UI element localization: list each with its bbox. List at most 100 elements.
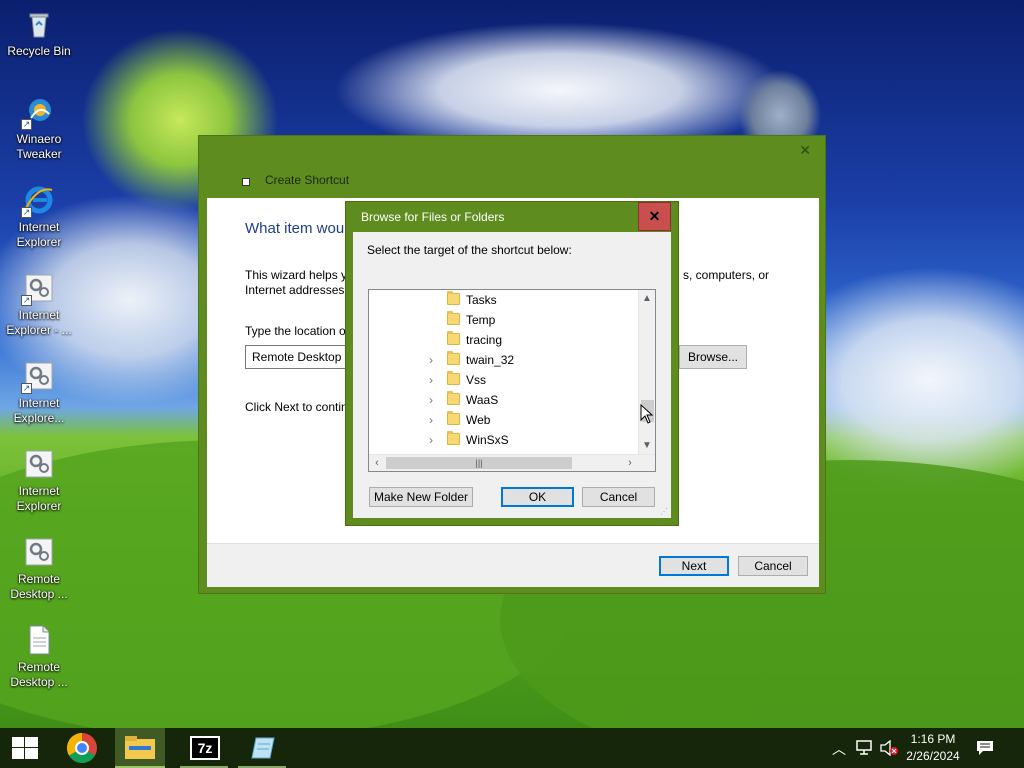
vertical-scrollbar[interactable]: ▲ ▼ (638, 290, 655, 455)
horizontal-scrollbar[interactable]: ‹ ||| › (369, 454, 655, 471)
scroll-up-arrow-icon[interactable]: ▲ (639, 290, 655, 307)
folder-icon (447, 311, 460, 325)
start-button[interactable] (0, 728, 48, 768)
desktop-icon-label: Remote Desktop ... (10, 572, 68, 601)
wizard-title: Create Shortcut (265, 173, 350, 187)
browse-cancel-button[interactable]: Cancel (582, 487, 655, 507)
desktop-icon-remote-desktop-file[interactable]: Remote Desktop ... (4, 624, 74, 690)
settings-shortcut-icon: ↗ (21, 360, 55, 394)
folder-icon (447, 431, 460, 445)
tree-item-label: Tasks (466, 293, 497, 307)
7zip-icon: 7z (190, 736, 220, 760)
desktop-icon-internet-explorer[interactable]: ↗ Internet Explorer (4, 184, 74, 250)
ok-button[interactable]: OK (501, 487, 574, 507)
make-new-folder-button[interactable]: Make New Folder (369, 487, 473, 507)
wizard-description-line1-end: s, computers, or (683, 268, 770, 282)
recycle-bin-icon (23, 8, 55, 40)
taskbar: 7z ︿ 1:16 PM 2/26/2024 (0, 728, 1024, 768)
shortcut-arrow-icon: ↗ (21, 295, 32, 306)
tree-item-label: Vss (466, 373, 487, 387)
tree-item[interactable]: › Web (369, 410, 639, 430)
mouse-cursor-icon (640, 404, 654, 424)
browse-close-button[interactable]: ✕ (638, 202, 671, 231)
desktop-icon-label: Recycle Bin (7, 44, 71, 58)
desktop-icon-label: Internet Explore... (13, 396, 65, 425)
browse-dialog-title: Browse for Files or Folders (361, 210, 505, 224)
desktop-icon-label: Internet Explorer - ... (6, 308, 72, 337)
desktop-icon-winaero-tweaker[interactable]: ↗ Winaero Tweaker (4, 96, 74, 162)
folder-icon (447, 291, 460, 305)
desktop-icon-label: Internet Explorer (16, 484, 62, 513)
tree-item[interactable]: › twain_32 (369, 350, 639, 370)
show-hidden-icons-chevron-icon[interactable]: ︿ (832, 739, 846, 759)
chrome-icon (66, 733, 97, 764)
taskbar-chrome[interactable] (58, 728, 106, 768)
folder-icon (447, 371, 460, 385)
tree-item[interactable]: Temp (369, 310, 639, 330)
tree-item[interactable]: › WaaS (369, 390, 639, 410)
desktop-icon-internet-explorer-shortcut[interactable]: ↗ Internet Explorer - ... (4, 272, 74, 338)
network-icon[interactable] (856, 740, 874, 756)
document-icon (23, 624, 55, 656)
tree-item-label: Temp (466, 313, 496, 327)
tree-item-label: tracing (466, 333, 503, 347)
settings-icon (23, 536, 55, 568)
folder-icon (447, 411, 460, 425)
desktop-icon-internet-explorer-shortcut-2[interactable]: ↗ Internet Explore... (4, 360, 74, 426)
horizontal-scroll-thumb[interactable]: ||| (386, 457, 572, 469)
internet-explorer-icon: ↗ (21, 184, 55, 218)
winaero-tweaker-icon: ↗ (21, 96, 55, 130)
wizard-cancel-button[interactable]: Cancel (738, 556, 808, 576)
scroll-down-arrow-icon[interactable]: ▼ (639, 437, 655, 454)
shortcut-arrow-icon: ↗ (21, 383, 32, 394)
chevron-right-icon[interactable]: › (429, 373, 433, 387)
chevron-right-icon[interactable]: › (429, 433, 433, 447)
browse-instruction: Select the target of the shortcut below: (367, 243, 572, 257)
browse-button[interactable]: Browse... (679, 345, 747, 369)
tree-item[interactable]: tracing (369, 330, 639, 350)
shortcut-icon (242, 178, 250, 186)
folder-icon (447, 351, 460, 365)
wizard-description-line2: Internet addresses. (245, 283, 348, 297)
clock-time[interactable]: 1:16 PM (900, 732, 966, 746)
volume-muted-icon[interactable] (880, 740, 898, 756)
tree-item-label: WinSxS (466, 433, 509, 447)
chevron-right-icon[interactable]: › (429, 413, 433, 427)
taskbar-7zip[interactable]: 7z (180, 728, 228, 768)
tree-item[interactable]: Tasks (369, 290, 639, 310)
file-explorer-icon (125, 736, 155, 759)
wizard-description-line1: This wizard helps yo (245, 268, 354, 282)
chevron-right-icon[interactable]: › (429, 353, 433, 367)
shortcut-arrow-icon: ↗ (21, 119, 32, 130)
desktop-icon-remote-desktop[interactable]: Remote Desktop ... (4, 536, 74, 602)
next-button[interactable]: Next (659, 556, 729, 576)
scroll-right-arrow-icon[interactable]: › (622, 455, 638, 471)
windows-start-icon (12, 737, 38, 759)
scroll-left-arrow-icon[interactable]: ‹ (369, 455, 385, 471)
shortcut-arrow-icon: ↗ (21, 207, 32, 218)
chevron-right-icon[interactable]: › (429, 393, 433, 407)
folder-tree[interactable]: Tasks Temp tracing › twain_32 › Vss › Wa… (368, 289, 656, 472)
tree-item-label: WaaS (466, 393, 499, 407)
tree-item-label: Web (466, 413, 491, 427)
desktop-icon-label: Internet Explorer (16, 220, 62, 249)
resize-grip-icon[interactable]: ⋰ (660, 507, 668, 516)
settings-icon (23, 448, 55, 480)
tree-item[interactable]: › Vss (369, 370, 639, 390)
folder-icon (447, 331, 460, 345)
desktop-icon-recycle-bin[interactable]: Recycle Bin (4, 8, 74, 59)
wizard-footer: Next Cancel (207, 543, 819, 587)
action-center-icon[interactable] (976, 740, 994, 756)
wizard-close-button[interactable]: ✕ (799, 142, 811, 159)
browse-dialog: Browse for Files or Folders ✕ Select the… (345, 201, 679, 526)
desktop-icon-label: Remote Desktop ... (10, 660, 68, 689)
tree-item[interactable]: › WinSxS (369, 430, 639, 450)
folder-icon (447, 391, 460, 405)
clock-date[interactable]: 2/26/2024 (900, 749, 966, 763)
settings-shortcut-icon: ↗ (21, 272, 55, 306)
browse-dialog-body: Select the target of the shortcut below:… (353, 232, 671, 518)
notepad-icon (251, 737, 275, 759)
taskbar-file-explorer[interactable] (115, 728, 165, 768)
desktop-icon-internet-explorer-settings[interactable]: Internet Explorer (4, 448, 74, 514)
taskbar-notepad[interactable] (238, 728, 286, 768)
